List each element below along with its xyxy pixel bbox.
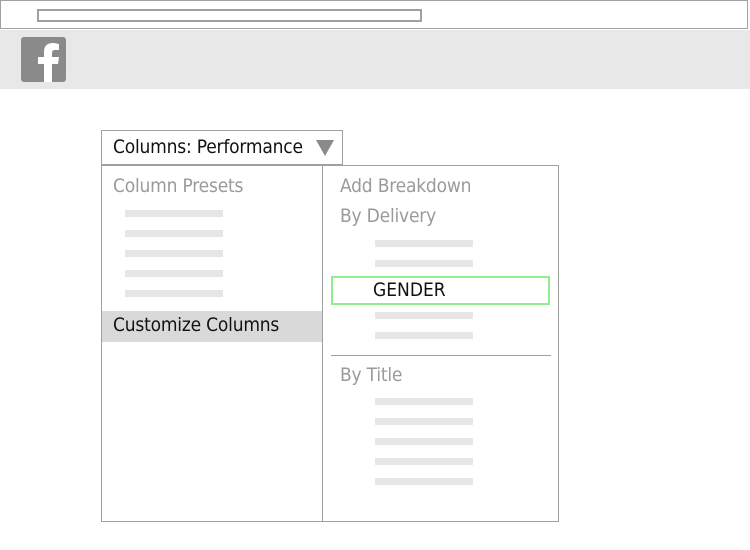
section-divider	[331, 355, 551, 356]
preset-item[interactable]	[125, 210, 223, 217]
gender-label: GENDER	[373, 279, 446, 301]
delivery-breakdown-item[interactable]	[375, 312, 473, 319]
delivery-breakdown-item[interactable]	[375, 332, 473, 339]
by-delivery-heading: By Delivery	[340, 205, 437, 227]
facebook-icon[interactable]	[21, 37, 66, 82]
preset-item[interactable]	[125, 290, 223, 297]
columns-dropdown-label: Columns: Performance	[113, 136, 303, 158]
preset-item[interactable]	[125, 250, 223, 257]
address-bar[interactable]	[37, 9, 422, 22]
by-title-heading: By Title	[340, 364, 403, 386]
add-breakdown-heading: Add Breakdown	[340, 175, 472, 197]
preset-item[interactable]	[125, 230, 223, 237]
customize-columns-item[interactable]: Customize Columns	[102, 311, 322, 342]
title-breakdown-item[interactable]	[375, 438, 473, 445]
gender-breakdown-item[interactable]: GENDER	[331, 276, 550, 305]
delivery-breakdown-item[interactable]	[375, 240, 473, 247]
columns-menu: Column Presets Customize Columns Add Bre…	[101, 165, 559, 522]
delivery-breakdown-item[interactable]	[375, 260, 473, 267]
app-header	[0, 30, 750, 89]
title-breakdown-item[interactable]	[375, 398, 473, 405]
title-breakdown-item[interactable]	[375, 418, 473, 425]
column-presets-heading: Column Presets	[113, 175, 244, 197]
menu-divider	[322, 166, 323, 521]
title-breakdown-item[interactable]	[375, 458, 473, 465]
browser-toolbar	[0, 0, 748, 29]
triangle-down-icon	[316, 140, 334, 156]
preset-item[interactable]	[125, 270, 223, 277]
columns-dropdown[interactable]: Columns: Performance	[101, 130, 343, 165]
customize-columns-label: Customize Columns	[113, 314, 280, 336]
title-breakdown-item[interactable]	[375, 478, 473, 485]
